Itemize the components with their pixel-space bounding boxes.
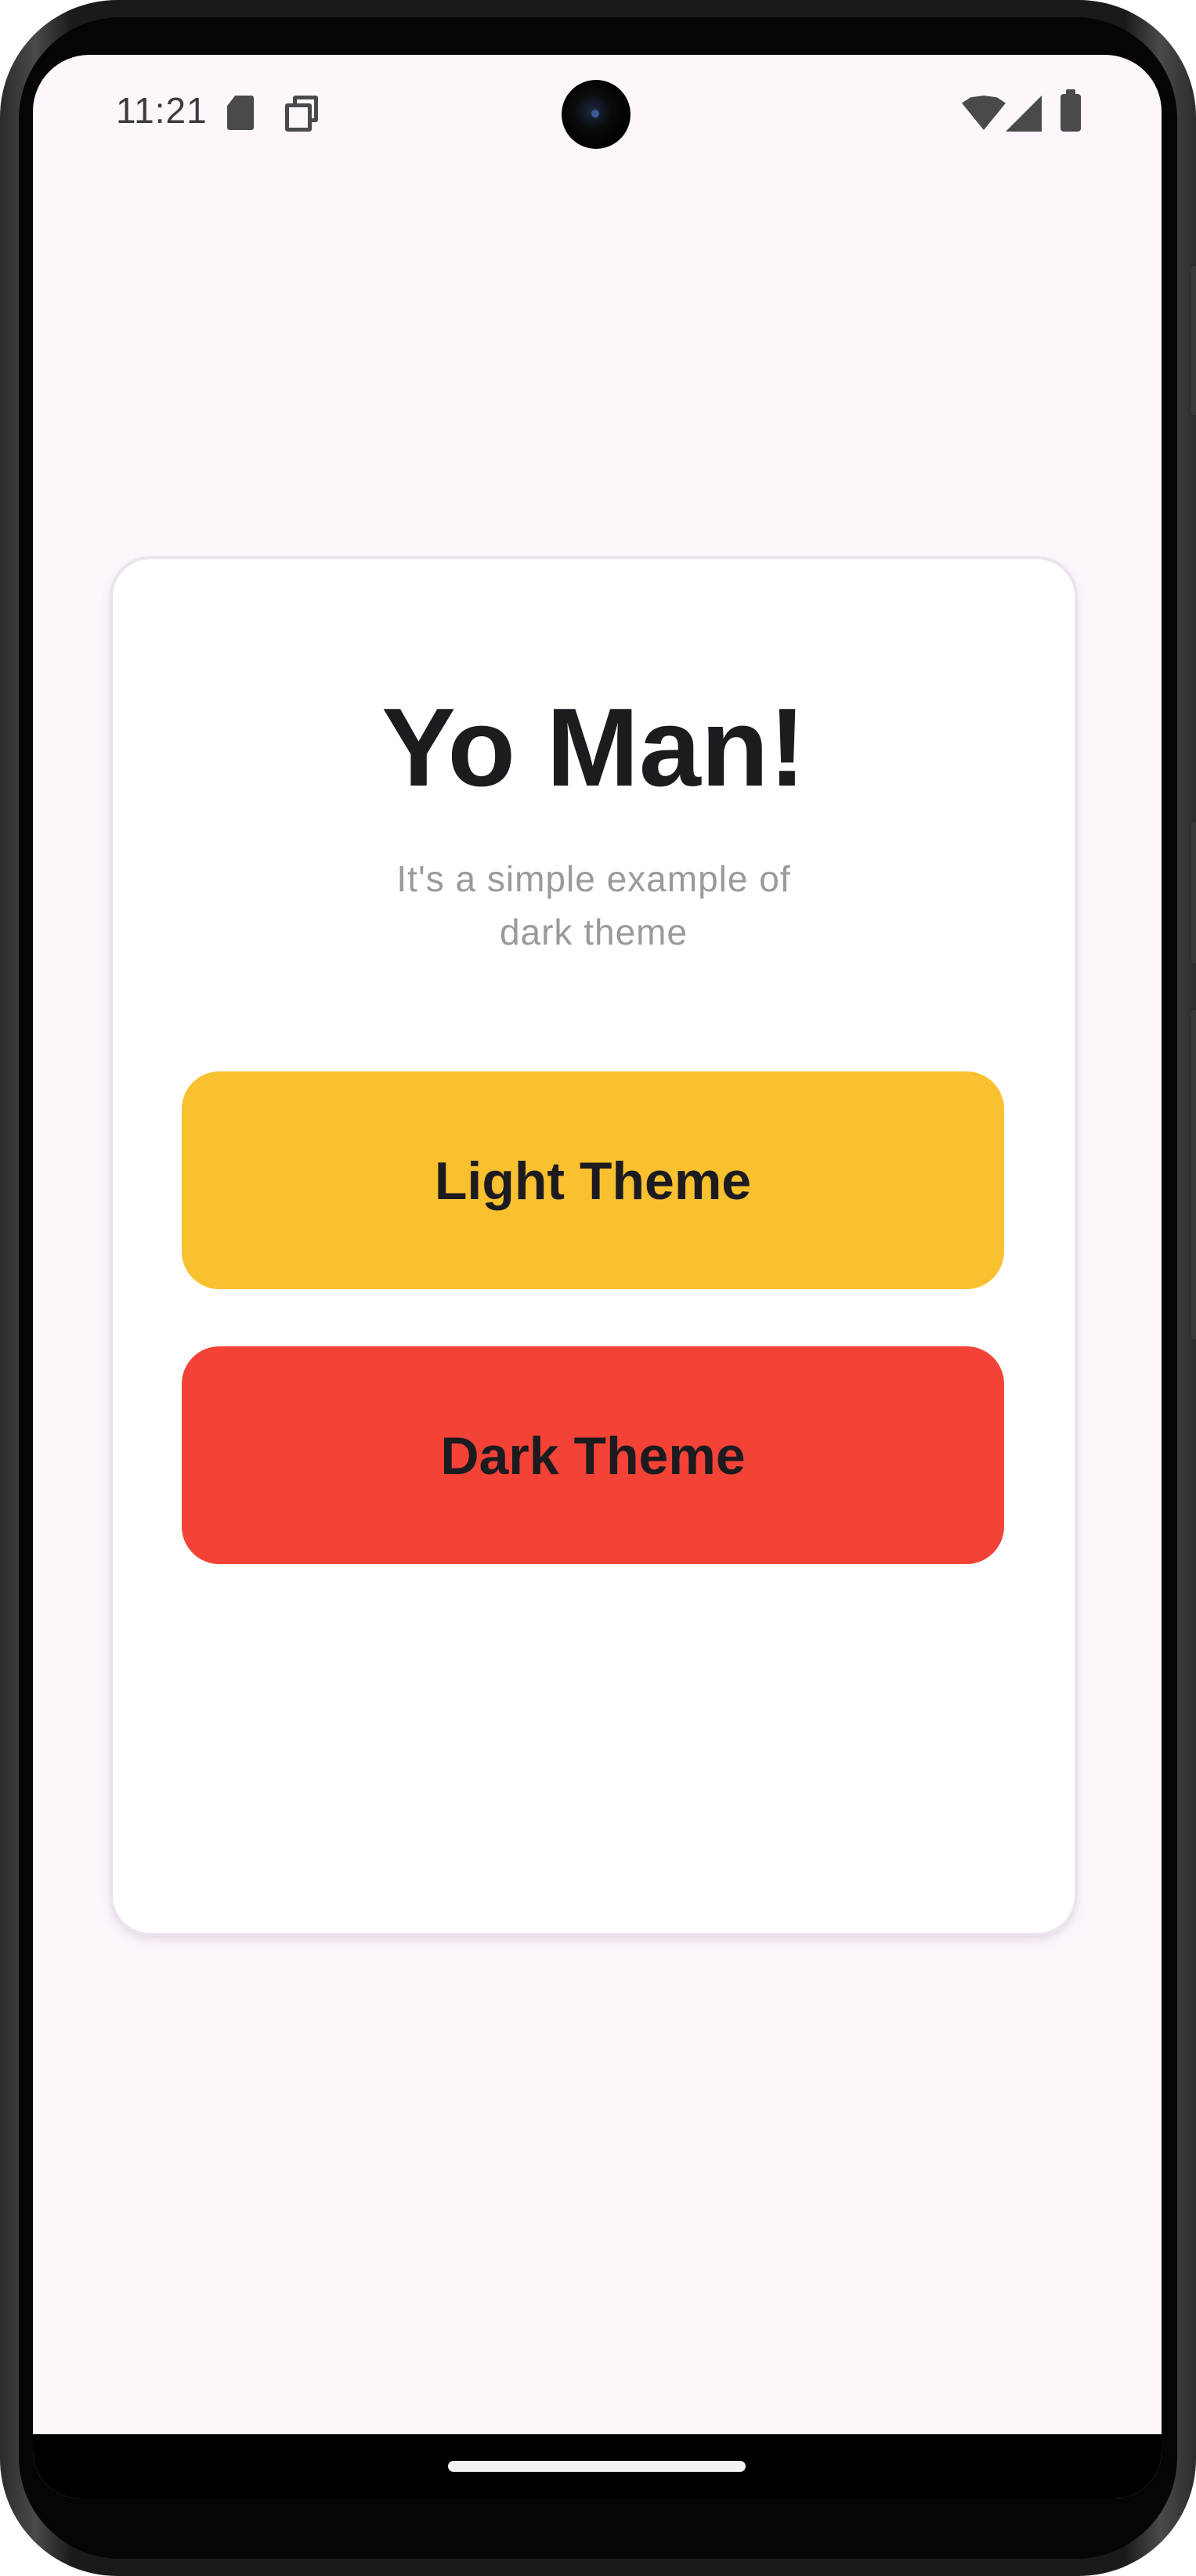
cell-signal-icon — [1006, 96, 1042, 132]
screen: 11:21 Yo Man! It's a simple example of d… — [33, 55, 1162, 2498]
dark-theme-button[interactable]: Dark Theme — [182, 1346, 1004, 1564]
card-subtitle: It's a simple example of dark theme — [396, 858, 791, 952]
sd-card-icon — [227, 96, 254, 130]
volume-button — [1191, 1010, 1196, 1339]
status-bar: 11:21 — [33, 55, 1162, 172]
power-button — [1191, 266, 1196, 415]
front-camera — [562, 80, 631, 149]
phone-frame: 11:21 Yo Man! It's a simple example of d… — [0, 0, 1196, 2576]
light-theme-button[interactable]: Light Theme — [182, 1071, 1004, 1289]
battery-icon — [1061, 89, 1081, 132]
theme-card: Yo Man! It's a simple example of dark th… — [113, 559, 1075, 1933]
status-time: 11:21 — [116, 90, 208, 131]
copy-icon — [285, 96, 320, 132]
navigation-bar — [33, 2434, 1162, 2498]
wifi-icon — [962, 96, 1006, 130]
card-title: Yo Man! — [381, 685, 806, 810]
home-gesture-handle[interactable] — [448, 2461, 746, 2472]
volume-button — [1191, 822, 1196, 963]
